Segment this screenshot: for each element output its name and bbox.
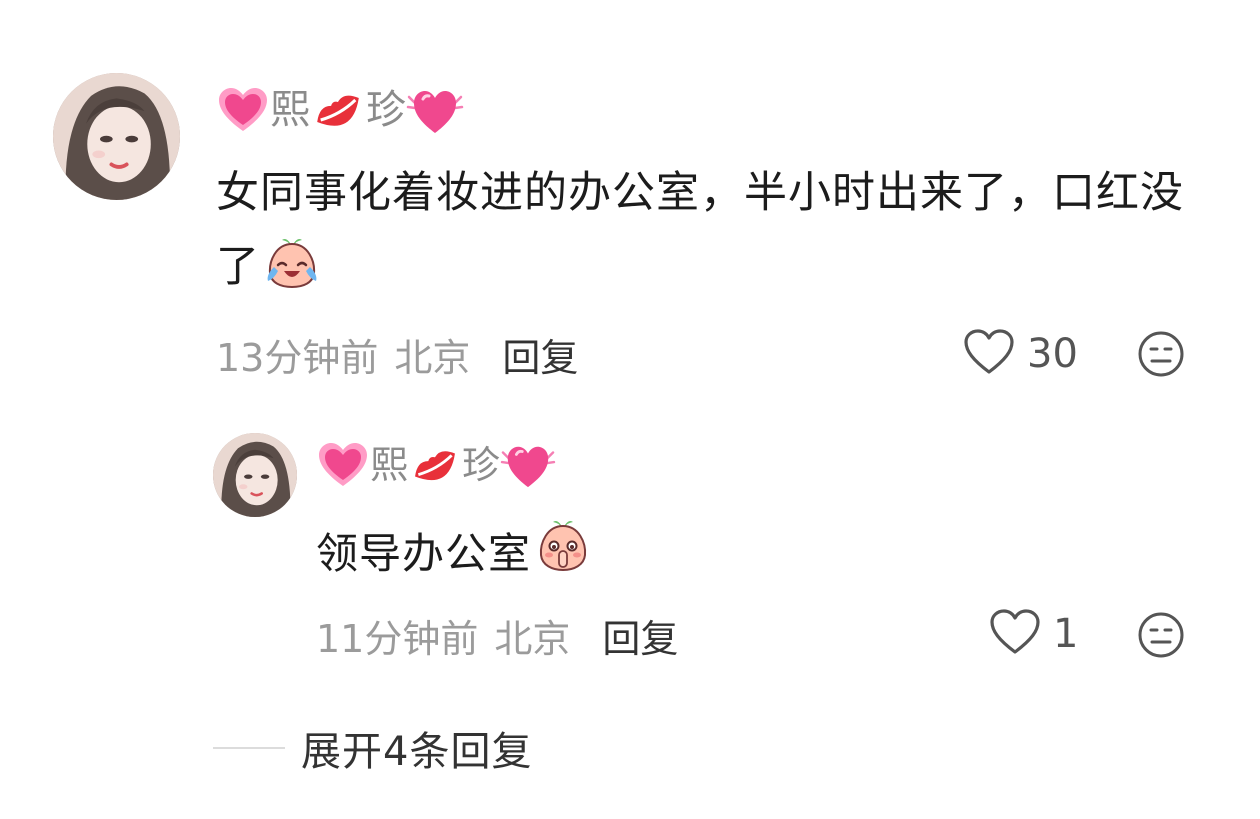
red-lips-emoji: [408, 441, 462, 489]
comment-body: 女同事化着妆进的办公室，半小时出来了，口红没了: [216, 168, 1184, 292]
pink-heart-emoji: [500, 439, 556, 491]
comment-text: 女同事化着妆进的办公室，半小时出来了，口红没了: [216, 156, 1206, 312]
expand-replies-label[interactable]: 展开4条回复: [301, 719, 532, 777]
reply-user-avatar[interactable]: [213, 433, 297, 517]
reply-time: 11分钟前: [316, 616, 479, 661]
reply-location: 北京: [494, 616, 571, 661]
reply-button[interactable]: 回复: [502, 327, 578, 382]
pink-heart-emoji: [216, 85, 270, 135]
comment-meta: 13分钟前 北京 回复: [216, 326, 578, 382]
username-part: 熙: [370, 443, 409, 487]
username-part: 珍: [462, 443, 501, 487]
crying-laughing-peach-emoji: [264, 235, 320, 312]
comment-time: 13分钟前: [216, 335, 379, 380]
comment-thread: 熙 珍 女同事化着妆进的办公室，半小时出来了，口红没了 13分钟前 北京 回复 …: [0, 0, 1260, 819]
meh-face-icon[interactable]: [1137, 611, 1185, 659]
like-button[interactable]: 30: [963, 328, 1078, 380]
red-lips-emoji: [310, 85, 366, 135]
reply-like-button[interactable]: 1: [989, 608, 1078, 660]
reply-body: 领导办公室: [316, 528, 532, 578]
heart-outline-icon: [989, 608, 1041, 660]
like-count: 30: [1027, 331, 1078, 377]
like-count: 1: [1053, 611, 1079, 657]
comment-location: 北京: [394, 335, 471, 380]
pink-heart-emoji: [406, 83, 464, 137]
reply-username[interactable]: 熙 珍: [316, 438, 556, 492]
expand-replies[interactable]: 展开4条回复: [213, 718, 532, 778]
heart-outline-icon: [963, 328, 1015, 380]
reply-text: 领导办公室: [316, 517, 591, 590]
username[interactable]: 熙 珍: [216, 80, 464, 140]
user-avatar[interactable]: [53, 73, 180, 200]
reply-button[interactable]: 回复: [602, 608, 678, 663]
divider: [213, 747, 285, 749]
shush-peach-emoji: [535, 517, 591, 590]
meh-face-icon[interactable]: [1137, 330, 1185, 378]
username-part: 珍: [366, 87, 406, 133]
username-part: 熙: [270, 87, 310, 133]
pink-heart-emoji: [316, 440, 370, 490]
reply-meta: 11分钟前 北京 回复: [316, 607, 678, 663]
